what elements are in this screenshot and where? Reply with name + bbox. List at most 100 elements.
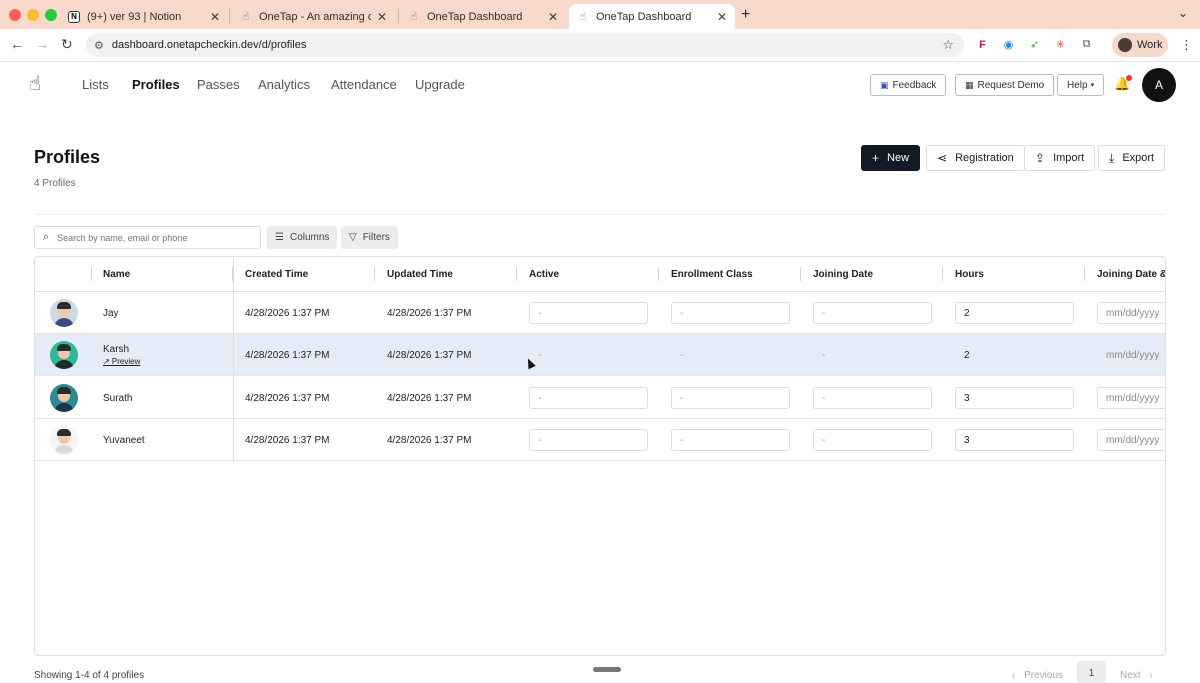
enrollment-class-field[interactable]: -	[671, 387, 790, 409]
hours-field[interactable]: 3	[955, 429, 1074, 451]
table-row[interactable]: Surath 4/28/2026 1:37 PM 4/28/2026 1:37 …	[35, 377, 1165, 419]
back-arrow-icon[interactable]: ←	[10, 36, 24, 52]
search-input[interactable]	[57, 232, 238, 243]
profile-name[interactable]: Surath	[103, 393, 132, 404]
nav-passes[interactable]: Passes	[197, 77, 240, 92]
browser-profile-chip[interactable]: Work	[1112, 33, 1168, 57]
search-box[interactable]: ⌕	[34, 226, 261, 249]
filter-funnel-icon: ▽	[349, 232, 357, 243]
close-tab-icon[interactable]: ✕	[377, 10, 387, 24]
browser-tab-notion[interactable]: N (9+) ver 93 | Notion ✕	[60, 4, 228, 29]
nav-analytics[interactable]: Analytics	[258, 77, 310, 92]
drag-handle[interactable]	[593, 667, 621, 672]
avatar-hair	[57, 344, 71, 351]
column-divider	[800, 267, 801, 281]
browser-tab-onetap-dashboard[interactable]: ☝ OneTap Dashboard ✕	[400, 4, 566, 29]
page-number-button[interactable]: 1	[1077, 661, 1106, 683]
feedback-button[interactable]: ▣ Feedback	[870, 74, 947, 96]
chevron-left-icon: ‹	[1012, 670, 1016, 681]
enrollment-class-field[interactable]: -	[671, 429, 790, 451]
frozen-column-divider	[233, 257, 234, 462]
registration-button[interactable]: ⋖ Registration	[926, 145, 1025, 171]
header-joining-date[interactable]: Joining Date	[813, 269, 873, 280]
reload-icon[interactable]: ↻	[61, 36, 73, 53]
filters-button[interactable]: ▽ Filters	[341, 226, 398, 249]
hours-field[interactable]: 2	[955, 302, 1074, 324]
hours-field[interactable]: 2	[955, 344, 1074, 366]
circle-extension-icon[interactable]: ◉	[1002, 38, 1015, 51]
forward-arrow-icon[interactable]: →	[35, 36, 49, 52]
previous-page-button[interactable]: ‹ Previous	[1012, 670, 1063, 681]
joining-date-field[interactable]: -	[813, 302, 932, 324]
new-profile-button[interactable]: + New	[861, 145, 921, 171]
header-active[interactable]: Active	[529, 269, 559, 280]
profile-name[interactable]: Jay	[103, 308, 119, 319]
hours-field[interactable]: 3	[955, 387, 1074, 409]
export-button[interactable]: ⤓ Export	[1098, 145, 1166, 171]
profiles-table: Name Created Time Updated Time Active En…	[34, 256, 1166, 656]
import-button[interactable]: ⇪ Import	[1024, 145, 1096, 171]
nav-lists[interactable]: Lists	[82, 77, 109, 92]
url-text[interactable]: dashboard.onetapcheckin.dev/d/profiles	[112, 39, 306, 51]
leaf-extension-icon[interactable]: ➶	[1028, 38, 1041, 51]
sliders-icon: ☰	[275, 232, 284, 243]
user-avatar[interactable]: A	[1142, 68, 1176, 102]
header-hours[interactable]: Hours	[955, 269, 984, 280]
figma-extension-icon[interactable]: F	[976, 38, 989, 51]
nav-attendance[interactable]: Attendance	[331, 77, 397, 92]
close-window-button[interactable]	[9, 9, 21, 21]
address-bar[interactable]: ⚙ dashboard.onetapcheckin.dev/d/profiles…	[86, 33, 964, 57]
nav-profiles[interactable]: Profiles	[132, 77, 180, 92]
new-tab-button[interactable]: +	[741, 6, 750, 24]
avatar-shirt	[54, 318, 74, 327]
request-demo-button[interactable]: ▦ Request Demo	[955, 74, 1055, 96]
joining-datetime-field[interactable]: mm/dd/yyyy	[1097, 429, 1165, 451]
notification-bell-icon[interactable]: 🔔	[1114, 75, 1133, 92]
browser-tab-onetap-community[interactable]: ☝ OneTap - An amazing commu ✕	[232, 4, 395, 29]
joining-date-field[interactable]: -	[813, 344, 932, 366]
table-row[interactable]: Jay 4/28/2026 1:37 PM 4/28/2026 1:37 PM …	[35, 292, 1165, 334]
active-field[interactable]: -	[529, 429, 648, 451]
onetap-logo-icon[interactable]: ☝	[29, 71, 51, 97]
header-joining-date-time[interactable]: Joining Date &	[1097, 269, 1165, 280]
header-updated-time[interactable]: Updated Time	[387, 269, 453, 280]
active-field[interactable]: -	[529, 344, 648, 366]
active-field[interactable]: -	[529, 302, 648, 324]
close-tab-icon[interactable]: ✕	[717, 10, 727, 24]
columns-button[interactable]: ☰ Columns	[267, 226, 338, 249]
next-page-button[interactable]: Next ›	[1120, 670, 1153, 681]
updated-time-cell: 4/28/2026 1:37 PM	[387, 350, 472, 361]
site-info-icon[interactable]: ⚙	[94, 39, 104, 52]
browser-tab-onetap-dashboard-active[interactable]: ☝ OneTap Dashboard ✕	[569, 4, 735, 29]
caret-down-icon: ▾	[1090, 82, 1095, 89]
close-tab-icon[interactable]: ✕	[210, 10, 220, 24]
joining-datetime-field[interactable]: mm/dd/yyyy	[1097, 302, 1165, 324]
joining-datetime-field[interactable]: mm/dd/yyyy	[1097, 387, 1165, 409]
asterisk-extension-icon[interactable]: ✳	[1054, 38, 1067, 51]
bookmark-star-icon[interactable]: ☆	[942, 37, 954, 53]
table-row[interactable]: Yuvaneet 4/28/2026 1:37 PM 4/28/2026 1:3…	[35, 419, 1165, 461]
table-row[interactable]: Karsh ↗ Preview 4/28/2026 1:37 PM 4/28/2…	[35, 334, 1165, 376]
header-name[interactable]: Name	[103, 269, 130, 280]
preview-link[interactable]: ↗ Preview	[103, 357, 140, 366]
enrollment-class-field[interactable]: -	[671, 344, 790, 366]
help-dropdown[interactable]: Help ▾	[1057, 74, 1105, 96]
tab-search-chevron-icon[interactable]: ⌄	[1178, 6, 1188, 20]
enrollment-class-field[interactable]: -	[671, 302, 790, 324]
profile-name[interactable]: Yuvaneet	[103, 435, 145, 446]
browser-menu-icon[interactable]: ⋮	[1180, 37, 1193, 53]
maximize-window-button[interactable]	[45, 9, 57, 21]
app-header: ☝ Lists Profiles Passes Analytics Attend…	[0, 62, 1200, 108]
header-enrollment-class[interactable]: Enrollment Class	[671, 269, 753, 280]
joining-date-field[interactable]: -	[813, 387, 932, 409]
extensions-puzzle-icon[interactable]: ⧉	[1080, 38, 1093, 51]
joining-date-field[interactable]: -	[813, 429, 932, 451]
profile-name[interactable]: Karsh	[103, 344, 129, 355]
minimize-window-button[interactable]	[27, 9, 39, 21]
column-divider	[1084, 267, 1085, 281]
close-tab-icon[interactable]: ✕	[548, 10, 558, 24]
nav-upgrade[interactable]: Upgrade	[415, 77, 465, 92]
active-field[interactable]: -	[529, 387, 648, 409]
header-created-time[interactable]: Created Time	[245, 269, 308, 280]
joining-datetime-field[interactable]: mm/dd/yyyy	[1097, 344, 1165, 366]
